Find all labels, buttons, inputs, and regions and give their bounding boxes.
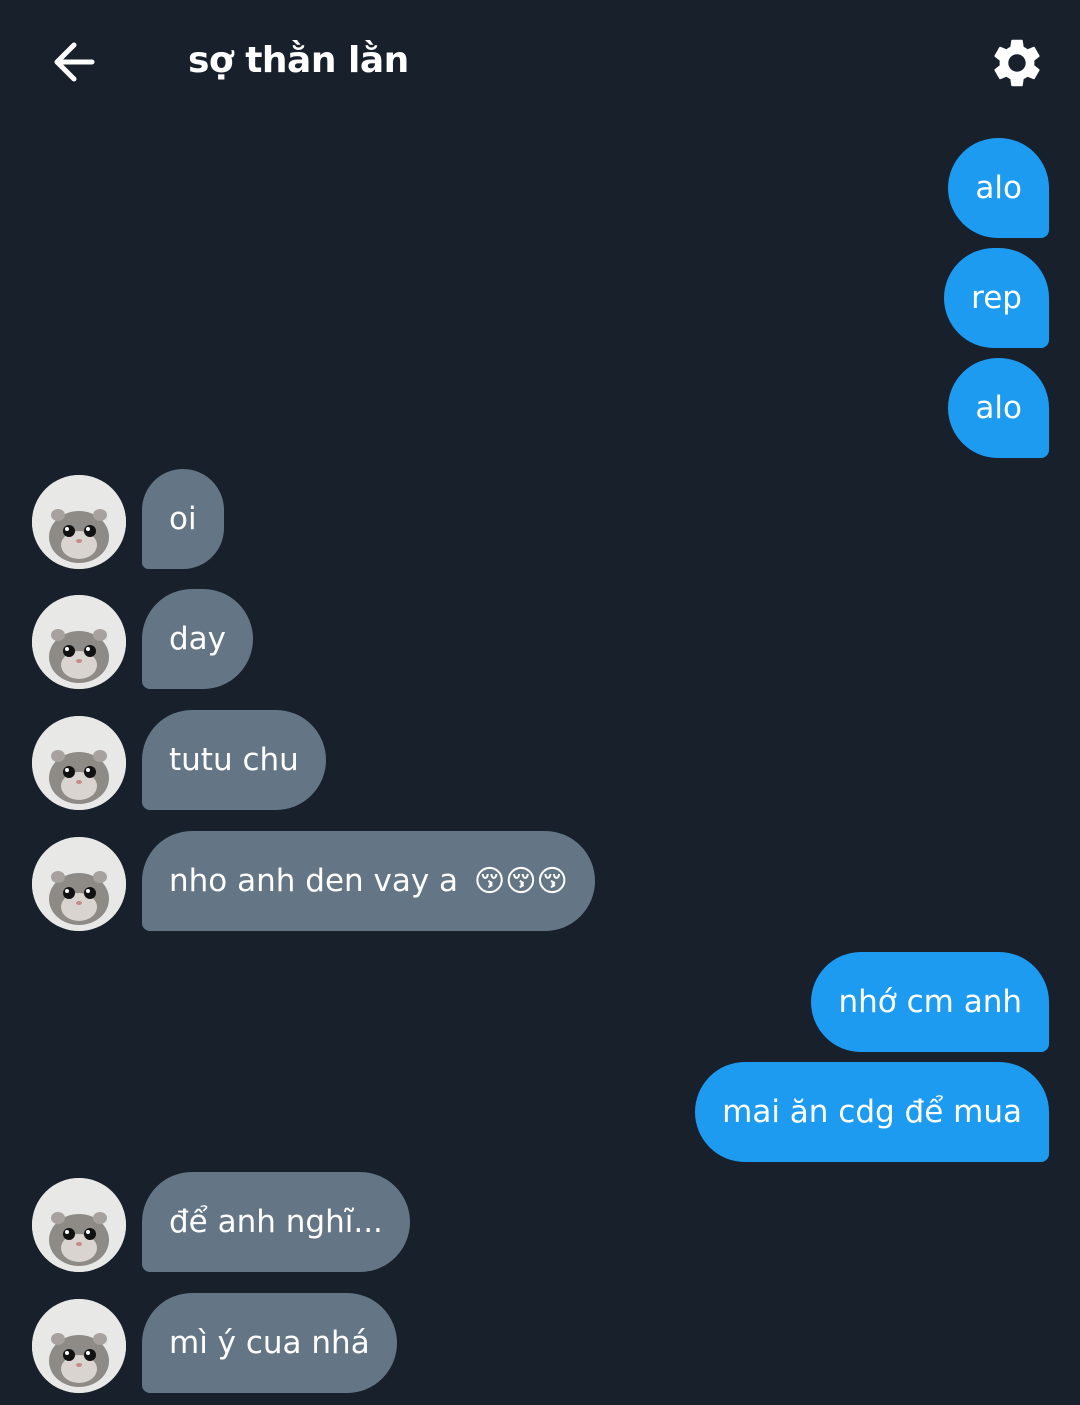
- message-incoming[interactable]: mì ý cua nhá: [142, 1293, 397, 1393]
- message-text: mì ý cua nhá: [169, 1325, 370, 1361]
- message-outgoing[interactable]: alo: [948, 138, 1049, 238]
- message-incoming[interactable]: để anh nghĩ...: [142, 1172, 410, 1272]
- avatar[interactable]: [32, 716, 126, 810]
- message-incoming[interactable]: nho anh den vay a 😚😚😚: [142, 831, 595, 931]
- back-button[interactable]: [48, 36, 100, 88]
- avatar[interactable]: [32, 837, 126, 931]
- message-outgoing[interactable]: nhớ cm anh: [811, 952, 1049, 1052]
- message-text: mai ăn cdg để mua: [722, 1094, 1022, 1130]
- message-text: alo: [975, 170, 1022, 206]
- message-text: nho anh den vay a: [169, 863, 459, 899]
- hamster-avatar-image: [32, 595, 126, 689]
- message-text: tutu chu: [169, 742, 299, 778]
- gear-icon: [994, 39, 1040, 87]
- message-incoming[interactable]: day: [142, 589, 254, 689]
- message-text: nhớ cm anh: [838, 984, 1022, 1020]
- hamster-avatar-image: [32, 475, 126, 569]
- message-text: để anh nghĩ...: [169, 1204, 383, 1240]
- avatar[interactable]: [32, 475, 126, 569]
- arrow-left-icon: [54, 42, 95, 82]
- hamster-avatar-image: [32, 1299, 126, 1393]
- message-text: alo: [975, 390, 1022, 426]
- hamster-avatar-image: [32, 1178, 126, 1272]
- message-text: oi: [169, 501, 197, 537]
- kissing-face-emoji: 😚😚😚: [473, 864, 568, 899]
- chat-title: sợ thằn lằn: [188, 40, 409, 81]
- avatar[interactable]: [32, 1178, 126, 1272]
- message-outgoing[interactable]: rep: [944, 248, 1049, 348]
- message-incoming[interactable]: oi: [142, 469, 224, 569]
- avatar[interactable]: [32, 595, 126, 689]
- message-incoming[interactable]: tutu chu: [142, 710, 326, 810]
- message-text: rep: [971, 280, 1022, 316]
- message-outgoing[interactable]: alo: [948, 358, 1049, 458]
- hamster-avatar-image: [32, 837, 126, 931]
- chat-header: sợ thằn lằn: [0, 0, 1080, 130]
- message-outgoing[interactable]: mai ăn cdg để mua: [695, 1062, 1049, 1162]
- avatar[interactable]: [32, 1299, 126, 1393]
- message-text: day: [169, 621, 227, 657]
- settings-button[interactable]: [988, 34, 1046, 92]
- hamster-avatar-image: [32, 716, 126, 810]
